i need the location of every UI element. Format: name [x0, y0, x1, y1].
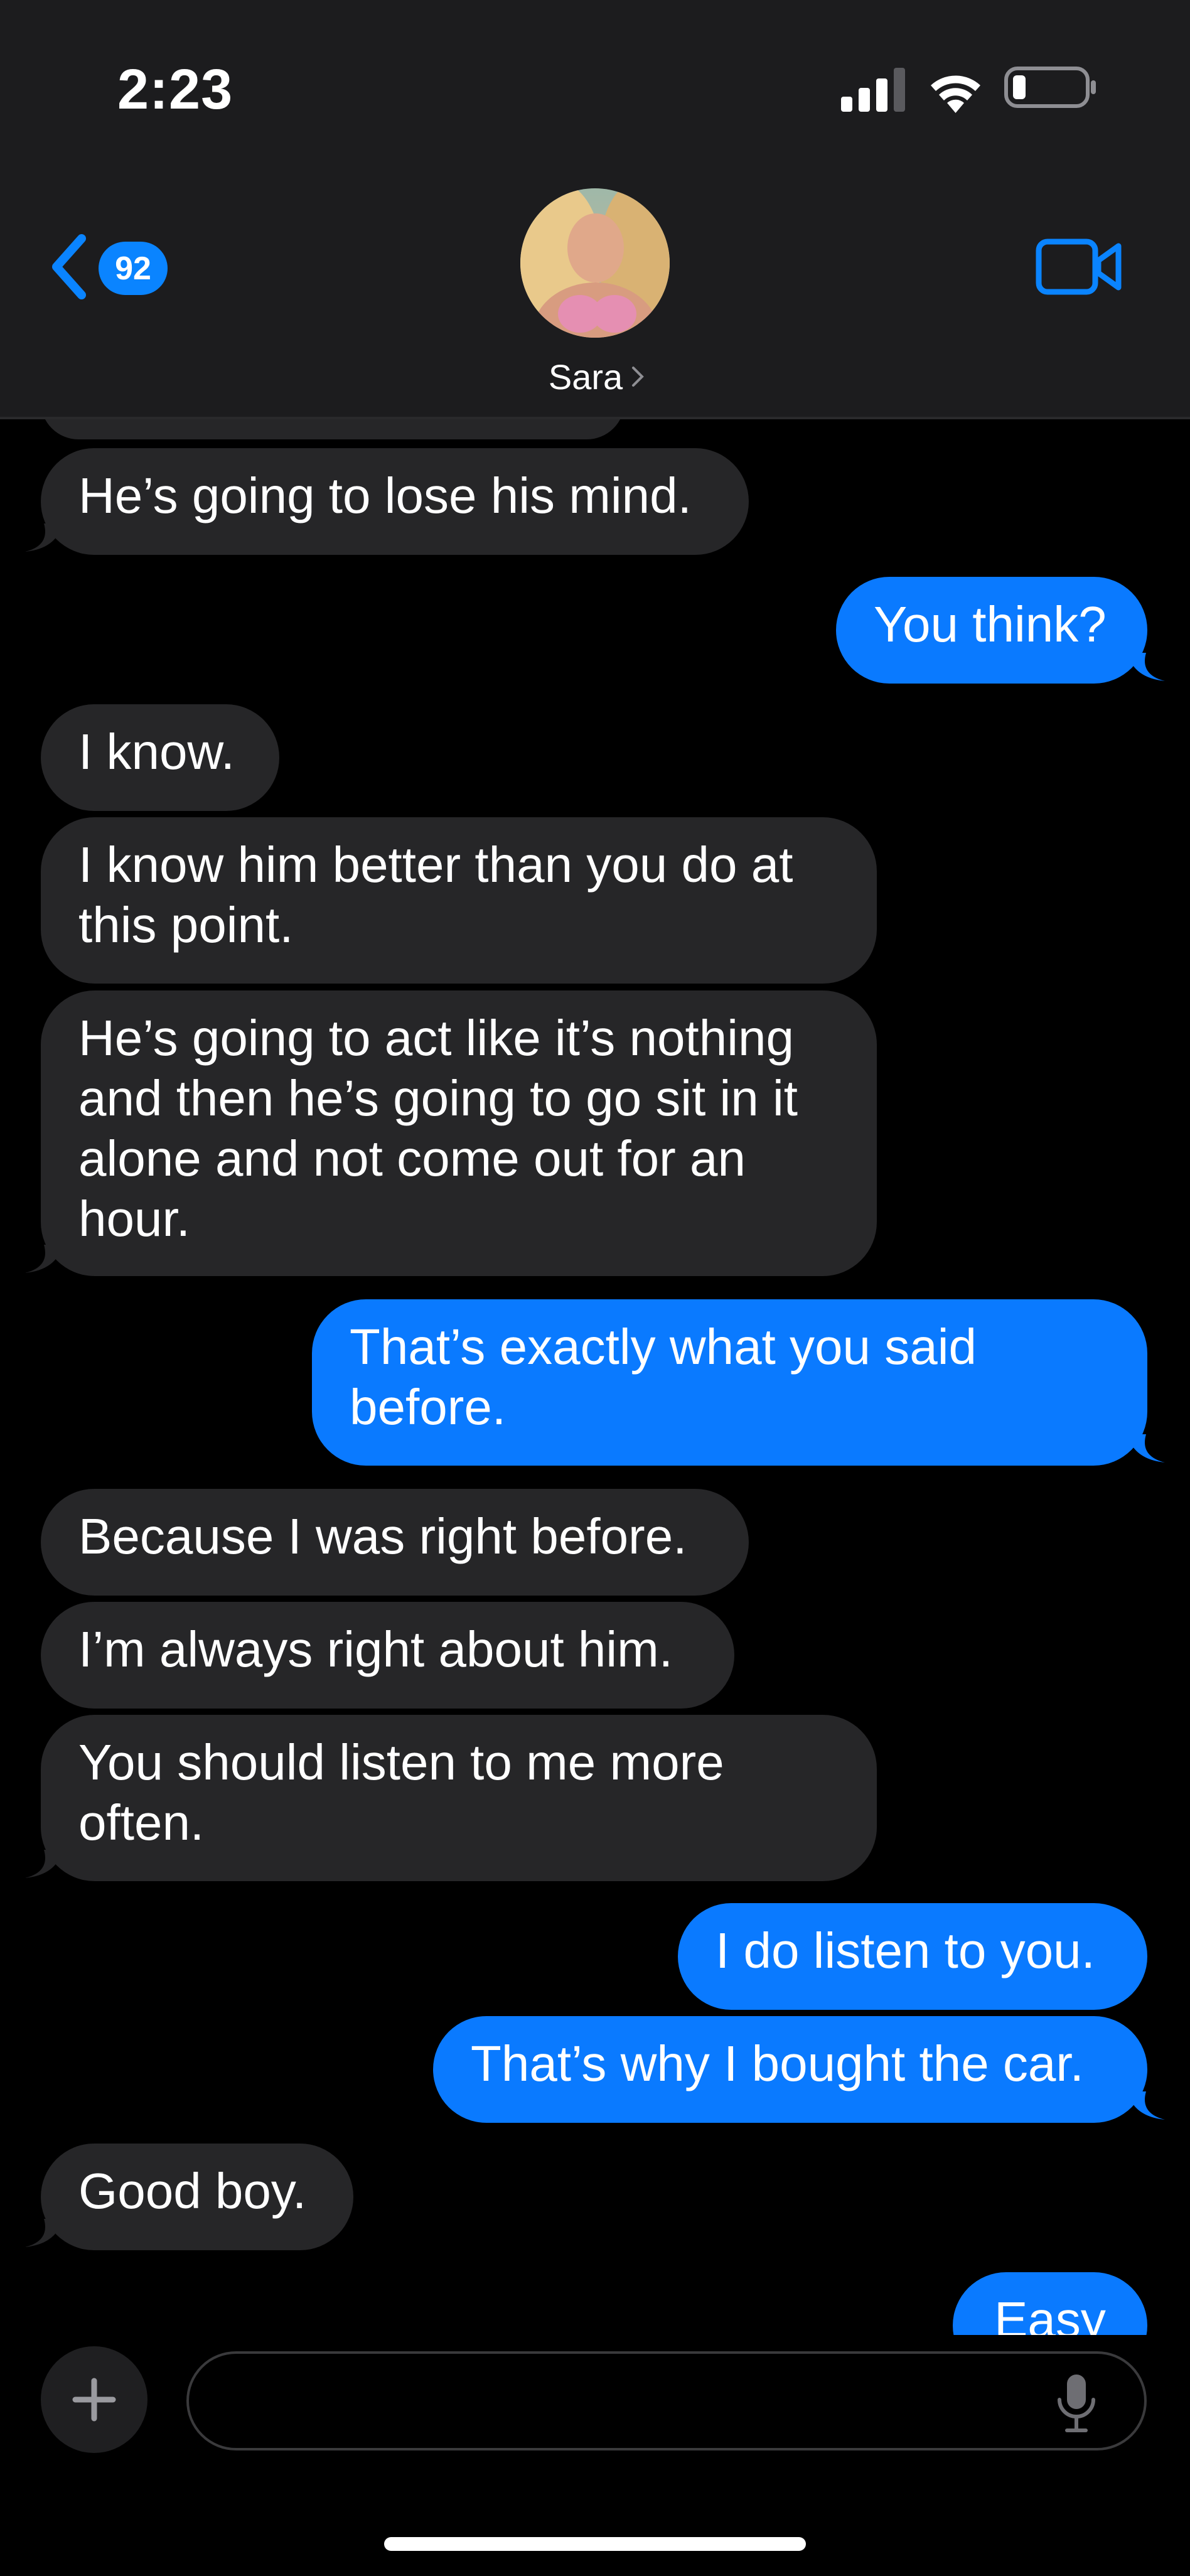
- message-bubble-received[interactable]: Because I was right before.: [41, 1489, 749, 1596]
- message-bubble-sent[interactable]: That’s exactly what you said before.: [312, 1299, 1147, 1466]
- message-bubble-sent[interactable]: You think?: [836, 577, 1147, 684]
- chevron-right-icon: [632, 367, 644, 387]
- back-button[interactable]: 92: [47, 232, 173, 301]
- message-bubble-received[interactable]: Good boy.: [41, 2144, 353, 2250]
- message-bubble-received[interactable]: I know him better than you do at this po…: [41, 817, 877, 984]
- status-time: 2:23: [117, 58, 233, 121]
- video-camera-icon[interactable]: [1036, 239, 1123, 295]
- bubble-tail: [25, 2219, 63, 2247]
- microphone-icon[interactable]: [1054, 2371, 1098, 2434]
- contact-avatar[interactable]: [520, 188, 670, 338]
- bubble-tail: [1127, 653, 1165, 681]
- bubble-tail: [25, 1245, 63, 1273]
- bubble-tail: [25, 523, 63, 552]
- conversation-header: 2:23 92 Sara: [0, 0, 1190, 419]
- battery-icon: [1004, 67, 1096, 108]
- message-bubble-received[interactable]: I know.: [41, 704, 279, 811]
- contact-name: Sara: [548, 357, 623, 397]
- bubble-tail: [25, 1850, 63, 1878]
- message-input[interactable]: [186, 2351, 1147, 2450]
- add-attachment-button[interactable]: [41, 2346, 147, 2453]
- signal-icon: [841, 68, 905, 112]
- message-bubble-received[interactable]: He’s going to lose his mind.: [41, 448, 749, 555]
- back-chevron-icon: [52, 234, 86, 299]
- contact-name-button[interactable]: Sara: [521, 352, 672, 402]
- message-bubble-sent[interactable]: That’s why I bought the car.: [433, 2016, 1147, 2123]
- unread-badge: 92: [99, 242, 168, 295]
- message-bubble-received[interactable]: He’s going to act like it’s nothing and …: [41, 990, 877, 1276]
- wifi-icon: [931, 75, 980, 113]
- message-bubble-received[interactable]: You should listen to me more often.: [41, 1715, 877, 1881]
- message-bubble-received[interactable]: I’m always right about him.: [41, 1602, 734, 1709]
- bubble-tail: [1127, 1434, 1165, 1462]
- avatar-image: [520, 188, 670, 338]
- plus-icon: [72, 2378, 116, 2422]
- home-indicator[interactable]: [384, 2537, 806, 2551]
- message-bubble-sent[interactable]: I do listen to you.: [678, 1903, 1147, 2010]
- bubble-tail: [1127, 2091, 1165, 2120]
